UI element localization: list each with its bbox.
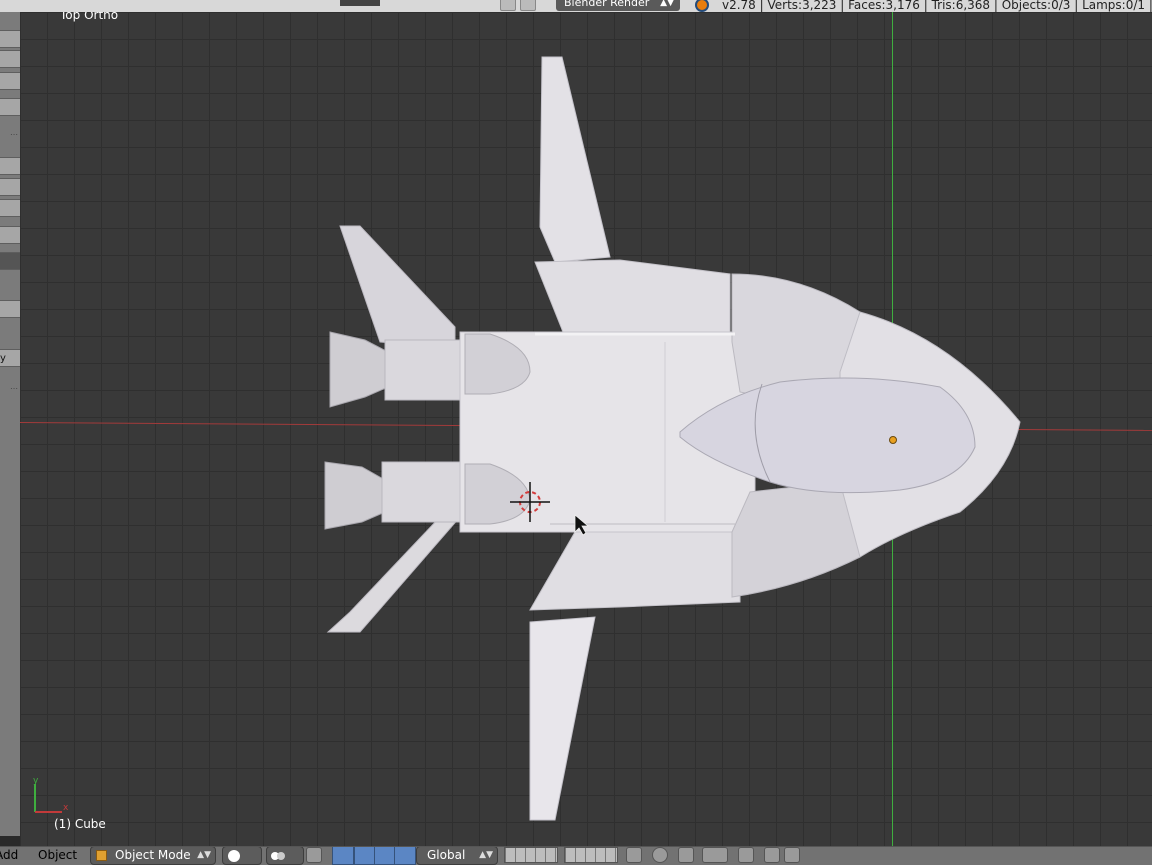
mode-select[interactable]: Object Mode ▲▼ — [90, 847, 216, 865]
header-close-button[interactable] — [520, 0, 536, 11]
spaceship-mesh[interactable] — [20, 12, 1152, 846]
menu-add[interactable]: Add — [0, 848, 18, 862]
manipulator-toggle-button[interactable] — [332, 847, 354, 865]
info-header: Blender Render ▲▼ v2.78 | Verts:3,223 | … — [0, 0, 1152, 12]
pivot-icon — [271, 852, 285, 860]
header-add-button[interactable] — [500, 0, 516, 11]
viewport-shading-select[interactable] — [222, 847, 262, 865]
3d-viewport[interactable]: Top Ortho y x (1) Cube — [20, 12, 1152, 846]
manipulator-icon[interactable] — [306, 847, 322, 863]
gizmo-x-label: x — [63, 803, 69, 813]
gizmo-y-label: y — [33, 776, 39, 786]
header-scene-field[interactable] — [340, 0, 380, 6]
rotate-manipulator-button[interactable] — [374, 847, 396, 865]
dropdown-arrow-icon: ▲▼ — [197, 850, 211, 860]
dropdown-arrow-icon: ▲▼ — [660, 0, 674, 8]
dropdown-arrow-icon: ▲▼ — [479, 850, 493, 860]
panel-grip-icon[interactable]: ⋯ — [10, 384, 18, 393]
lock-layer-icon[interactable] — [626, 847, 642, 863]
object-origin-icon — [889, 436, 897, 444]
opengl-render-icon[interactable] — [764, 847, 780, 863]
magnet-snap-icon[interactable] — [678, 847, 694, 863]
translate-manipulator-button[interactable] — [354, 847, 376, 865]
transform-orientation-select[interactable]: Global ▲▼ — [416, 847, 498, 865]
active-object-label: (1) Cube — [54, 817, 106, 831]
opengl-animation-icon[interactable] — [784, 847, 800, 863]
menu-object[interactable]: Object — [38, 848, 77, 862]
pivot-point-select[interactable] — [266, 847, 304, 865]
orientation-label: Global — [427, 848, 466, 862]
layer-buttons[interactable] — [564, 847, 618, 863]
render-engine-label: Blender Render — [564, 0, 650, 9]
proportional-edit-icon[interactable] — [652, 847, 668, 863]
blender-logo-icon — [695, 0, 709, 12]
layer-buttons[interactable] — [504, 847, 558, 863]
snap-element-select[interactable] — [702, 847, 728, 863]
3d-view-header: Add Object Object Mode ▲▼ Global ▲▼ — [0, 846, 1152, 865]
mode-label: Object Mode — [115, 848, 191, 862]
solid-shading-icon — [228, 850, 240, 862]
scale-manipulator-button[interactable] — [394, 847, 416, 865]
render-engine-select[interactable]: Blender Render ▲▼ — [556, 0, 680, 11]
tool-axis-label: y — [0, 353, 6, 364]
object-mode-cube-icon — [96, 850, 107, 861]
panel-grip-icon[interactable]: ⋯ — [10, 130, 18, 139]
scene-statistics: v2.78 | Verts:3,223 | Faces:3,176 | Tris… — [722, 0, 1152, 12]
render-preview-icon[interactable] — [738, 847, 754, 863]
